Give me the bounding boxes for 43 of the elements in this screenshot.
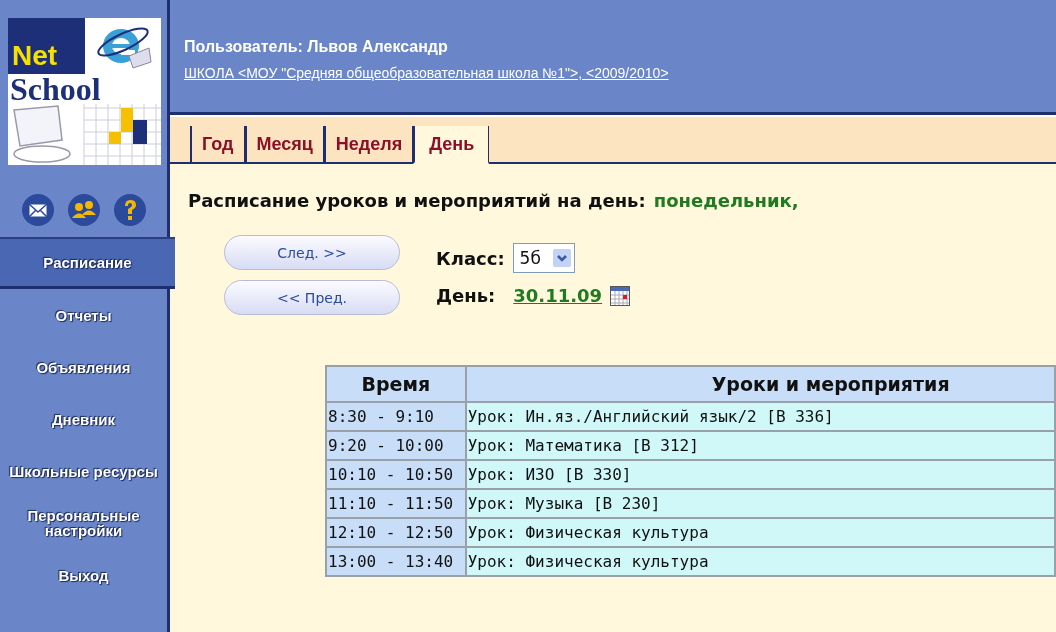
table-cell: 12:10 - 12:50 xyxy=(326,518,466,547)
class-select[interactable]: 5б xyxy=(512,243,575,273)
field-label: День: xyxy=(436,285,496,306)
table-cell: Урок: Физическая культура xyxy=(465,518,1055,547)
table-cell: Урок: Ин.яз./Английский язык/2 [В 336] xyxy=(465,402,1055,431)
table-cell: Урок: Математика [В 312] xyxy=(465,431,1055,460)
table-cell: 13:00 - 13:40 xyxy=(326,547,466,576)
school-link[interactable]: ШКОЛА <МОУ "Средняя общеобразовательная школа №1">, <2009/2010> xyxy=(184,65,669,81)
sidebar-item[interactable]: Отчеты xyxy=(0,289,167,341)
sidebar-item[interactable]: Персональные настройки xyxy=(0,497,167,549)
mail-icon[interactable] xyxy=(20,193,55,227)
tab[interactable]: Год xyxy=(190,126,245,164)
select-value: 5б xyxy=(519,248,541,268)
tab[interactable]: День xyxy=(413,126,490,164)
help-icon[interactable] xyxy=(112,193,147,227)
table-cell: Урок: Музыка [В 230] xyxy=(465,489,1055,518)
sidebar-item[interactable]: Дневник xyxy=(0,393,167,445)
table-cell: Урок: Физическая культура xyxy=(465,547,1055,576)
sidebar-item[interactable]: Объявления xyxy=(0,341,167,393)
sidebar-item[interactable]: Школьные ресурсы xyxy=(0,445,167,497)
column-header: Время xyxy=(326,366,466,402)
table-cell: 8:30 - 9:10 xyxy=(326,402,466,431)
page-heading: Расписание уроков и мероприятий на день: xyxy=(188,190,646,211)
people-icon[interactable] xyxy=(66,193,101,227)
tab[interactable]: Месяц xyxy=(244,126,324,164)
nav-button[interactable]: След. >> xyxy=(224,235,400,270)
field-label: Класс: xyxy=(436,247,505,269)
date-link[interactable]: 30.11.09 xyxy=(513,285,603,306)
table-cell: Урок: ИЗО [В 330] xyxy=(465,460,1055,489)
caret-icon xyxy=(552,249,571,267)
table-cell: 11:10 - 11:50 xyxy=(326,489,466,518)
table-cell: 9:20 - 10:00 xyxy=(326,431,466,460)
calendar-icon[interactable] xyxy=(610,285,631,306)
heading-date: понедельник, xyxy=(653,190,799,211)
nav-button[interactable]: << Пред. xyxy=(224,280,400,315)
user-name: Пользователь: Львов Александр xyxy=(184,38,449,56)
logo-text: School xyxy=(9,74,102,104)
column-header: Уроки и мероприятия xyxy=(465,366,1055,402)
tab[interactable]: Неделя xyxy=(323,126,414,164)
logo-text: Net xyxy=(8,18,85,74)
table-cell: 10:10 - 10:50 xyxy=(326,460,466,489)
sidebar-item[interactable]: Выход xyxy=(0,549,167,601)
sidebar-item[interactable]: Расписание xyxy=(0,237,175,289)
